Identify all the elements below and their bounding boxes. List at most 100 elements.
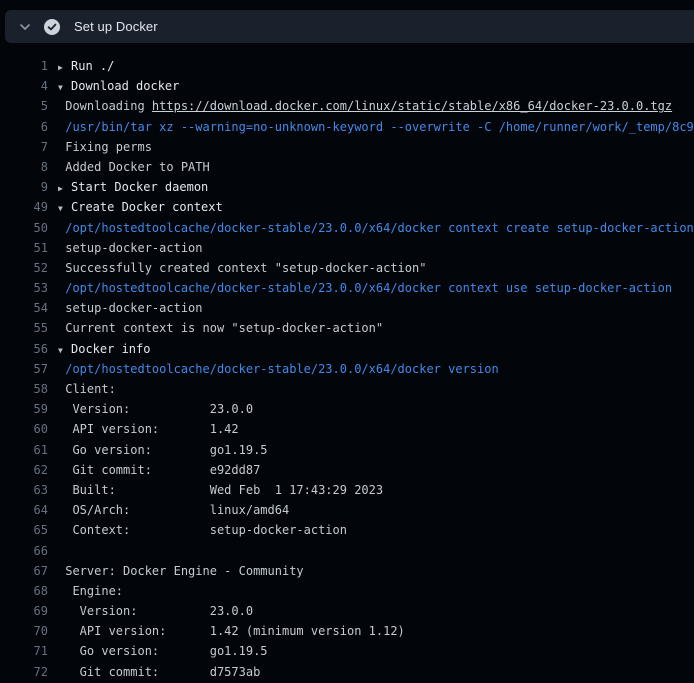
- collapse-arrow-icon[interactable]: ▼: [58, 199, 71, 217]
- log-line: 51 setup-docker-action: [0, 238, 694, 258]
- line-number[interactable]: 69: [0, 601, 48, 621]
- log-line: 60 API version: 1.42: [0, 419, 694, 439]
- line-number[interactable]: 9: [0, 177, 48, 197]
- line-number[interactable]: 49: [0, 197, 48, 217]
- line-content: Downloading https://download.docker.com/…: [58, 96, 672, 116]
- line-content: Git commit: d7573ab: [58, 662, 260, 682]
- log-line: 70 API version: 1.42 (minimum version 1.…: [0, 621, 694, 641]
- line-number[interactable]: 72: [0, 662, 48, 682]
- line-number[interactable]: 61: [0, 440, 48, 460]
- line-number[interactable]: 8: [0, 157, 48, 177]
- group-label: Start Docker daemon: [71, 180, 208, 194]
- line-number[interactable]: 68: [0, 581, 48, 601]
- log-group-line[interactable]: 9 ▶Start Docker daemon: [0, 177, 694, 197]
- line-content: ▶Run ./: [58, 56, 114, 76]
- line-number[interactable]: 64: [0, 500, 48, 520]
- expand-arrow-icon[interactable]: ▶: [58, 58, 71, 76]
- line-text: /opt/hostedtoolcache/docker-stable/23.0.…: [58, 281, 672, 295]
- chevron-down-icon[interactable]: [19, 21, 31, 33]
- log-line: 55 Current context is now "setup-docker-…: [0, 318, 694, 338]
- line-text: Git commit: d7573ab: [58, 665, 260, 679]
- line-content: ▼Docker info: [58, 339, 150, 359]
- log-group-line[interactable]: 49 ▼Create Docker context: [0, 197, 694, 217]
- line-number[interactable]: 51: [0, 238, 48, 258]
- check-circle-icon: [44, 19, 60, 35]
- line-number[interactable]: 65: [0, 520, 48, 540]
- line-number[interactable]: 56: [0, 339, 48, 359]
- line-text: Context: setup-docker-action: [58, 523, 347, 537]
- collapse-arrow-icon[interactable]: ▼: [58, 341, 71, 359]
- line-number[interactable]: 57: [0, 359, 48, 379]
- line-number[interactable]: 63: [0, 480, 48, 500]
- line-content: API version: 1.42 (minimum version 1.12): [58, 621, 405, 641]
- line-number[interactable]: 67: [0, 561, 48, 581]
- group-label: Docker info: [71, 342, 150, 356]
- line-number[interactable]: 59: [0, 399, 48, 419]
- line-number[interactable]: 6: [0, 117, 48, 137]
- line-number[interactable]: 50: [0, 218, 48, 238]
- log-line: 63 Built: Wed Feb 1 17:43:29 2023: [0, 480, 694, 500]
- line-content: /opt/hostedtoolcache/docker-stable/23.0.…: [58, 359, 499, 379]
- line-content: ▶Start Docker daemon: [58, 177, 208, 197]
- line-content: /usr/bin/tar xz --warning=no-unknown-key…: [58, 117, 694, 137]
- expand-arrow-icon[interactable]: ▶: [58, 179, 71, 197]
- line-text: API version: 1.42: [58, 422, 239, 436]
- line-number[interactable]: 4: [0, 76, 48, 96]
- line-text: Engine:: [58, 584, 123, 598]
- log-line: 61 Go version: go1.19.5: [0, 440, 694, 460]
- line-number[interactable]: 55: [0, 318, 48, 338]
- line-number[interactable]: 58: [0, 379, 48, 399]
- line-number[interactable]: 7: [0, 137, 48, 157]
- download-url-link[interactable]: https://download.docker.com/linux/static…: [152, 99, 672, 113]
- line-number[interactable]: 1: [0, 56, 48, 76]
- line-content: Successfully created context "setup-dock…: [58, 258, 426, 278]
- line-text: Built: Wed Feb 1 17:43:29 2023: [58, 483, 383, 497]
- log-group-line[interactable]: 56 ▼Docker info: [0, 339, 694, 359]
- line-content: Server: Docker Engine - Community: [58, 561, 304, 581]
- line-content: API version: 1.42: [58, 419, 239, 439]
- group-label: Download docker: [71, 79, 179, 93]
- log-line: 58 Client:: [0, 379, 694, 399]
- line-number[interactable]: 54: [0, 298, 48, 318]
- line-text: OS/Arch: linux/amd64: [58, 503, 289, 517]
- line-number[interactable]: 71: [0, 641, 48, 661]
- line-text: API version: 1.42 (minimum version 1.12): [58, 624, 405, 638]
- collapse-arrow-icon[interactable]: ▼: [58, 78, 71, 96]
- log-group-line[interactable]: 4 ▼Download docker: [0, 76, 694, 96]
- group-label: Create Docker context: [71, 200, 223, 214]
- line-text: setup-docker-action: [58, 241, 203, 255]
- line-content: ▼Create Docker context: [58, 197, 223, 217]
- log-line: 65 Context: setup-docker-action: [0, 520, 694, 540]
- line-text: setup-docker-action: [58, 301, 203, 315]
- line-number[interactable]: 66: [0, 541, 48, 561]
- log-line: 50 /opt/hostedtoolcache/docker-stable/23…: [0, 218, 694, 238]
- log-line: 8 Added Docker to PATH: [0, 157, 694, 177]
- line-text: Version: 23.0.0: [58, 604, 253, 618]
- log-line: 54 setup-docker-action: [0, 298, 694, 318]
- line-content: OS/Arch: linux/amd64: [58, 500, 289, 520]
- line-text: Added Docker to PATH: [58, 160, 210, 174]
- line-content: Git commit: e92dd87: [58, 460, 260, 480]
- line-number[interactable]: 5: [0, 96, 48, 116]
- log-line: 62 Git commit: e92dd87: [0, 460, 694, 480]
- line-text: Version: 23.0.0: [58, 402, 253, 416]
- line-text: Downloading: [58, 99, 152, 113]
- log-line: 72 Git commit: d7573ab: [0, 662, 694, 682]
- line-number[interactable]: 52: [0, 258, 48, 278]
- log-line: 71 Go version: go1.19.5: [0, 641, 694, 661]
- log-line: 67 Server: Docker Engine - Community: [0, 561, 694, 581]
- line-number[interactable]: 53: [0, 278, 48, 298]
- line-content: /opt/hostedtoolcache/docker-stable/23.0.…: [58, 218, 694, 238]
- line-number[interactable]: 70: [0, 621, 48, 641]
- line-number[interactable]: 62: [0, 460, 48, 480]
- step-title: Set up Docker: [74, 19, 158, 34]
- log-line: 7 Fixing perms: [0, 137, 694, 157]
- log-line: 68 Engine:: [0, 581, 694, 601]
- log-line: 57 /opt/hostedtoolcache/docker-stable/23…: [0, 359, 694, 379]
- line-number[interactable]: 60: [0, 419, 48, 439]
- log-group-line[interactable]: 1 ▶Run ./: [0, 56, 694, 76]
- line-text: /opt/hostedtoolcache/docker-stable/23.0.…: [58, 221, 694, 235]
- line-content: setup-docker-action: [58, 238, 203, 258]
- step-header[interactable]: Set up Docker: [5, 10, 694, 43]
- log-line: 66: [0, 541, 694, 561]
